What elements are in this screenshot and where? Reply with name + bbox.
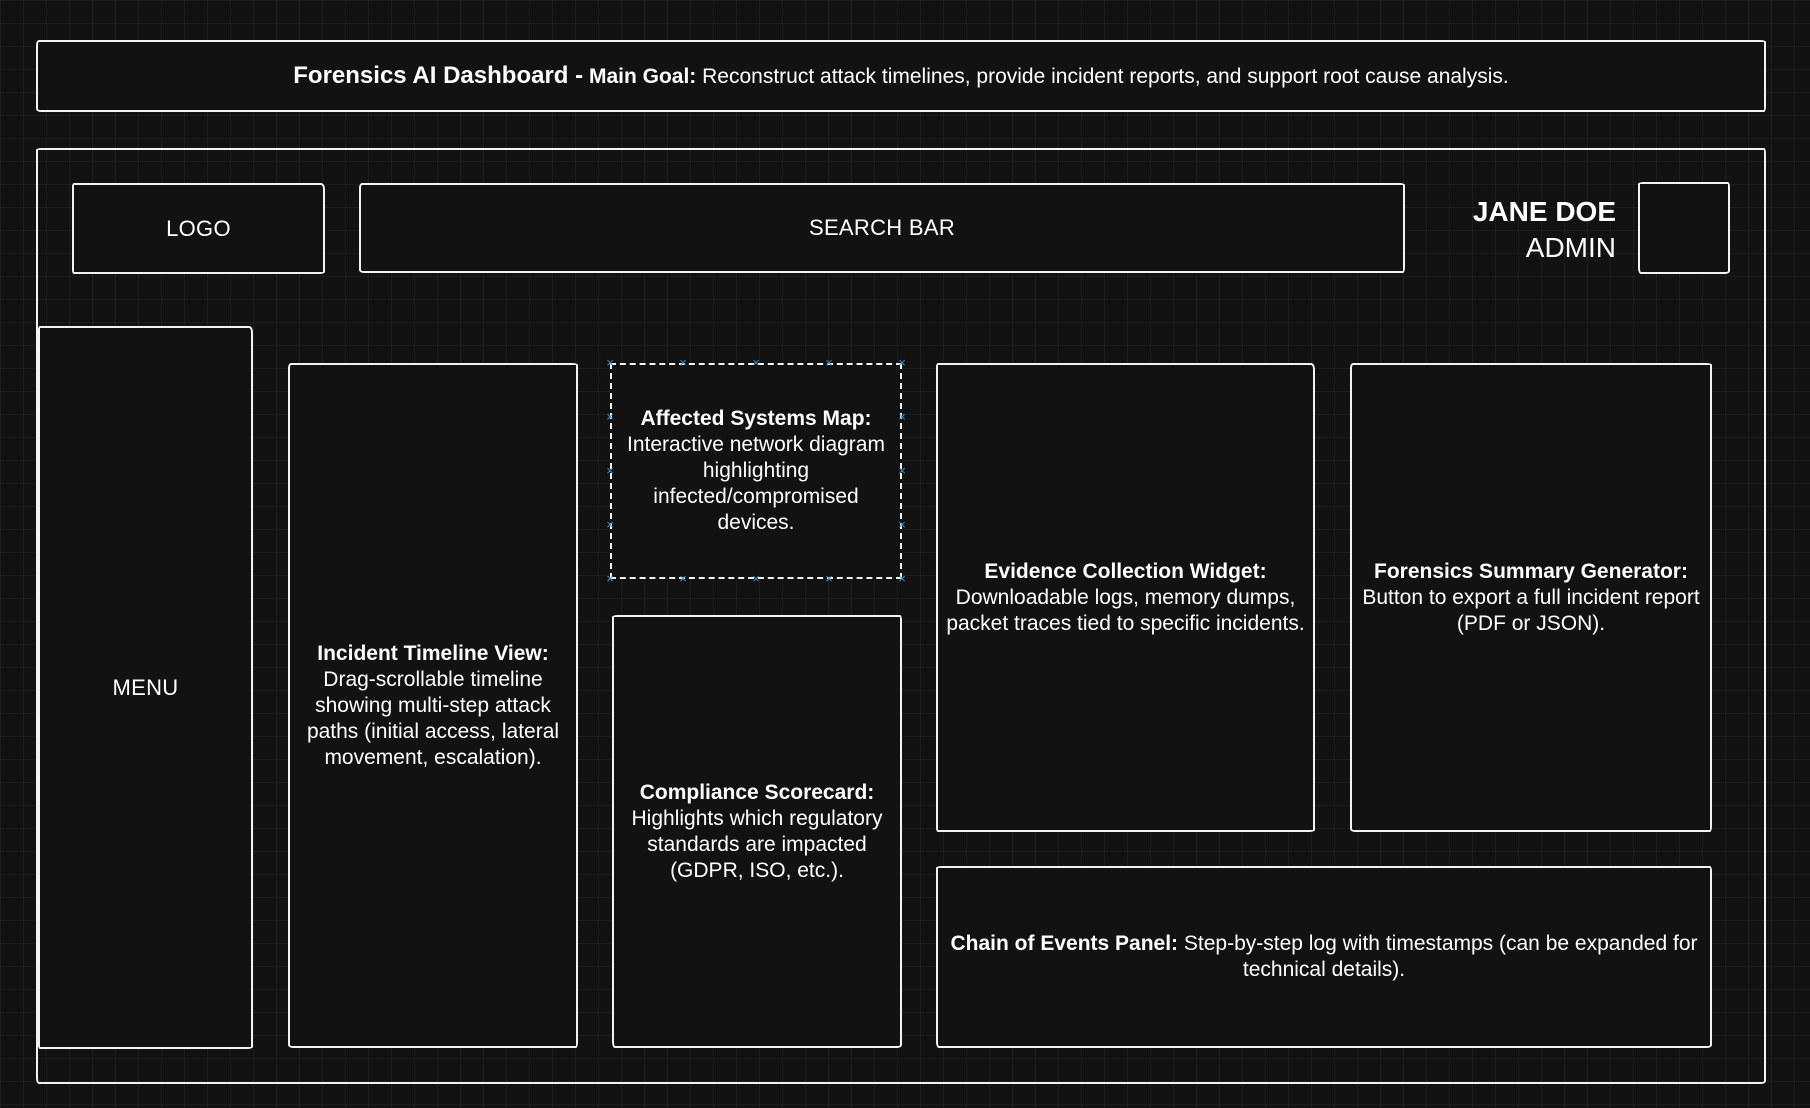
chain-of-events-panel[interactable]: Chain of Events Panel: Step-by-step log … [936,866,1712,1048]
forensics-summary-title: Forensics Summary Generator: [1374,559,1688,583]
affected-systems-widget[interactable]: Affected Systems Map: Interactive networ… [610,363,902,579]
search-bar[interactable]: SEARCH BAR [359,183,1405,273]
selection-handle[interactable]: × [751,356,761,369]
chain-of-events-description: Chain of Events Panel: Step-by-step log … [938,931,1710,983]
logo-label: LOGO [166,215,231,241]
affected-systems-description: Affected Systems Map: Interactive networ… [612,406,900,536]
goal-label: Main Goal: [588,65,697,88]
selection-handle[interactable]: × [897,518,907,531]
title-text: Forensics AI Dashboard - Main Goal: Reco… [293,62,1508,90]
evidence-collection-description: Evidence Collection Widget: Downloadable… [938,559,1313,637]
menu-panel[interactable]: MENU [38,326,253,1049]
selection-handle[interactable]: × [897,410,907,423]
incident-timeline-widget[interactable]: Incident Timeline View: Drag-scrollable … [288,363,578,1048]
selection-handle[interactable]: × [824,356,834,369]
evidence-collection-text: Downloadable logs, memory dumps, packet … [946,585,1305,635]
forensics-summary-text: Button to export a full incident report … [1362,585,1700,635]
incident-timeline-title: Incident Timeline View: [317,641,549,665]
selection-handle[interactable]: × [824,572,834,585]
selection-handle[interactable]: × [605,572,615,585]
affected-systems-title: Affected Systems Map: [640,407,872,430]
selection-handle[interactable]: × [897,464,907,477]
compliance-scorecard-title: Compliance Scorecard: [639,780,875,804]
chain-of-events-title: Chain of Events Panel: [950,932,1179,955]
selection-handle[interactable]: × [897,572,907,585]
forensics-summary-widget[interactable]: Forensics Summary Generator: Button to e… [1350,363,1712,832]
affected-systems-text: Interactive network diagram highlighting… [627,433,885,534]
selection-handle[interactable]: × [605,464,615,477]
selection-handle[interactable]: × [897,356,907,369]
chain-of-events-text: Step-by-step log with timestamps (can be… [1183,932,1698,981]
evidence-collection-title: Evidence Collection Widget: [984,559,1267,583]
compliance-scorecard-description: Compliance Scorecard: Highlights which r… [614,780,900,884]
compliance-scorecard-text: Highlights which regulatory standards ar… [631,806,883,882]
app-name: Forensics AI Dashboard - [293,62,584,89]
evidence-collection-widget[interactable]: Evidence Collection Widget: Downloadable… [936,363,1315,832]
goal-text: Reconstruct attack timelines, provide in… [702,65,1509,88]
incident-timeline-description: Incident Timeline View: Drag-scrollable … [290,641,576,771]
title-banner: Forensics AI Dashboard - Main Goal: Reco… [36,40,1766,112]
compliance-scorecard-widget[interactable]: Compliance Scorecard: Highlights which r… [612,615,902,1048]
selection-handle[interactable]: × [605,356,615,369]
user-info: JANE DOE ADMIN [1473,194,1616,266]
user-role: ADMIN [1525,232,1616,263]
user-name: JANE DOE [1472,196,1616,227]
selection-handle[interactable]: × [678,356,688,369]
search-bar-label: SEARCH BAR [808,215,956,240]
avatar[interactable] [1638,182,1730,274]
menu-label: MENU [112,674,179,700]
selection-handle[interactable]: × [678,572,688,585]
selection-handle[interactable]: × [605,518,615,531]
selection-handle[interactable]: × [605,410,615,423]
incident-timeline-text: Drag-scrollable timeline showing multi-s… [306,667,560,769]
selection-handle[interactable]: × [751,572,761,585]
forensics-summary-description: Forensics Summary Generator: Button to e… [1352,559,1710,637]
logo[interactable]: LOGO [72,183,325,274]
